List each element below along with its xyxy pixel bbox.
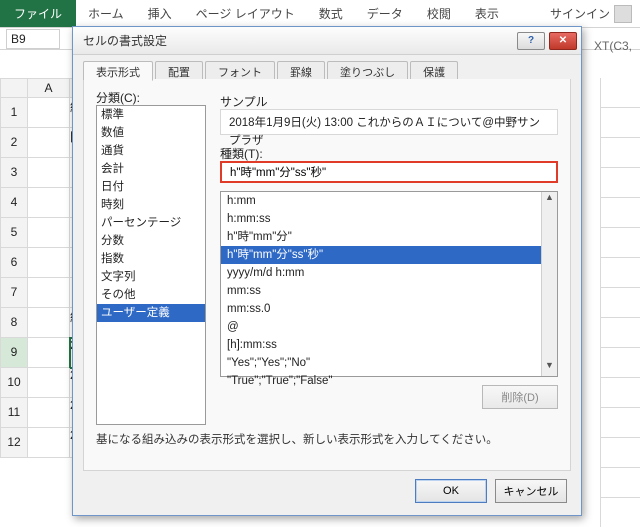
type-item[interactable]: h"時"mm"分"ss"秒" [221,246,557,264]
category-label: 分類(C): [96,89,140,106]
sample-label: サンプル [220,93,268,110]
scroll-up-icon[interactable]: ▲ [542,192,557,208]
cell[interactable] [28,158,70,188]
dialog-titlebar[interactable]: セルの書式設定 ? ✕ [73,27,581,55]
format-cells-dialog: セルの書式設定 ? ✕ 表示形式 配置 フォント 罫線 塗りつぶし 保護 分類(… [72,26,582,516]
type-input[interactable] [228,163,550,181]
cell[interactable] [28,218,70,248]
tab-border[interactable]: 罫線 [277,61,325,81]
row-header[interactable]: 3 [0,158,28,188]
type-label: 種類(T): [220,145,263,162]
ribbon-tab-pagelayout[interactable]: ページ レイアウト [184,0,307,27]
type-item[interactable]: h:mm:ss [221,210,557,228]
tab-number[interactable]: 表示形式 [83,61,153,81]
avatar-icon [614,5,632,23]
type-item[interactable]: h:mm [221,192,557,210]
row-header[interactable]: 1 [0,98,28,128]
select-all-corner[interactable] [0,78,28,98]
category-item[interactable]: 標準 [97,106,205,124]
category-list[interactable]: 標準数値通貨会計日付時刻パーセンテージ分数指数文字列その他ユーザー定義 [96,105,206,425]
signin-link[interactable]: サインイン [542,0,640,27]
row-header[interactable]: 9 [0,338,28,368]
cell[interactable] [28,338,70,368]
tab-alignment[interactable]: 配置 [155,61,203,81]
category-item[interactable]: その他 [97,286,205,304]
row-header[interactable]: 2 [0,128,28,158]
close-button[interactable]: ✕ [549,32,577,50]
row-header[interactable]: 4 [0,188,28,218]
category-item[interactable]: 時刻 [97,196,205,214]
row-header[interactable]: 10 [0,368,28,398]
row-header[interactable]: 5 [0,218,28,248]
category-item[interactable]: 分数 [97,232,205,250]
cell[interactable] [28,428,70,458]
category-item[interactable]: パーセンテージ [97,214,205,232]
category-item[interactable]: 文字列 [97,268,205,286]
signin-label: サインイン [550,5,610,22]
cell[interactable] [28,398,70,428]
cell[interactable] [28,248,70,278]
type-item[interactable]: h"時"mm"分" [221,228,557,246]
type-item[interactable]: [h]:mm:ss [221,336,557,354]
sheet-right-edge [600,78,640,527]
ribbon-tab-insert[interactable]: 挿入 [136,0,184,27]
formula-fragment-text: XT(C3, [594,39,632,53]
category-item[interactable]: 数値 [97,124,205,142]
scroll-down-icon[interactable]: ▼ [542,360,557,376]
type-list[interactable]: h:mmh:mm:ssh"時"mm"分"h"時"mm"分"ss"秒"yyyy/m… [220,191,558,377]
cell[interactable] [28,98,70,128]
type-input-wrap [220,161,558,183]
type-list-scrollbar[interactable]: ▲ ▼ [541,192,557,376]
type-item[interactable]: mm:ss.0 [221,300,557,318]
category-item[interactable]: ユーザー定義 [97,304,205,322]
ok-button[interactable]: OK [415,479,487,503]
dialog-tabstrip: 表示形式 配置 フォント 罫線 塗りつぶし 保護 [83,61,458,81]
cell[interactable] [28,368,70,398]
delete-button[interactable]: 削除(D) [482,385,558,409]
cell[interactable] [28,188,70,218]
name-box[interactable]: B9 [6,29,60,49]
tab-protection[interactable]: 保護 [410,61,458,81]
tab-font[interactable]: フォント [205,61,275,81]
type-item[interactable]: "Yes";"Yes";"No" [221,354,557,372]
help-button[interactable]: ? [517,32,545,50]
category-item[interactable]: 指数 [97,250,205,268]
category-item[interactable]: 会計 [97,160,205,178]
cell[interactable] [28,308,70,338]
category-item[interactable]: 通貨 [97,142,205,160]
col-header-A[interactable]: A [28,78,70,98]
ribbon-tab-formulas[interactable]: 数式 [307,0,355,27]
cell[interactable] [28,128,70,158]
cancel-button[interactable]: キャンセル [495,479,567,503]
dialog-title: セルの書式設定 [73,32,517,49]
ribbon-tab-review[interactable]: 校閲 [415,0,463,27]
category-item[interactable]: 日付 [97,178,205,196]
file-tab[interactable]: ファイル [0,0,76,27]
sample-box: 2018年1月9日(火) 13:00 これからのＡＩについて@中野サンプラザ [220,109,558,135]
row-header[interactable]: 6 [0,248,28,278]
ribbon-tab-data[interactable]: データ [355,0,415,27]
ribbon-tab-view[interactable]: 表示 [463,0,511,27]
row-header[interactable]: 12 [0,428,28,458]
ribbon: ファイル ホーム 挿入 ページ レイアウト 数式 データ 校閲 表示 サインイン [0,0,640,28]
hint-text: 基になる組み込みの表示形式を選択し、新しい表示形式を入力してください。 [96,431,498,447]
row-header[interactable]: 7 [0,278,28,308]
ribbon-tab-home[interactable]: ホーム [76,0,136,27]
type-item[interactable]: @ [221,318,557,336]
tab-fill[interactable]: 塗りつぶし [327,61,408,81]
type-item[interactable]: mm:ss [221,282,557,300]
cell[interactable] [28,278,70,308]
type-item[interactable]: yyyy/m/d h:mm [221,264,557,282]
row-header[interactable]: 11 [0,398,28,428]
row-header[interactable]: 8 [0,308,28,338]
